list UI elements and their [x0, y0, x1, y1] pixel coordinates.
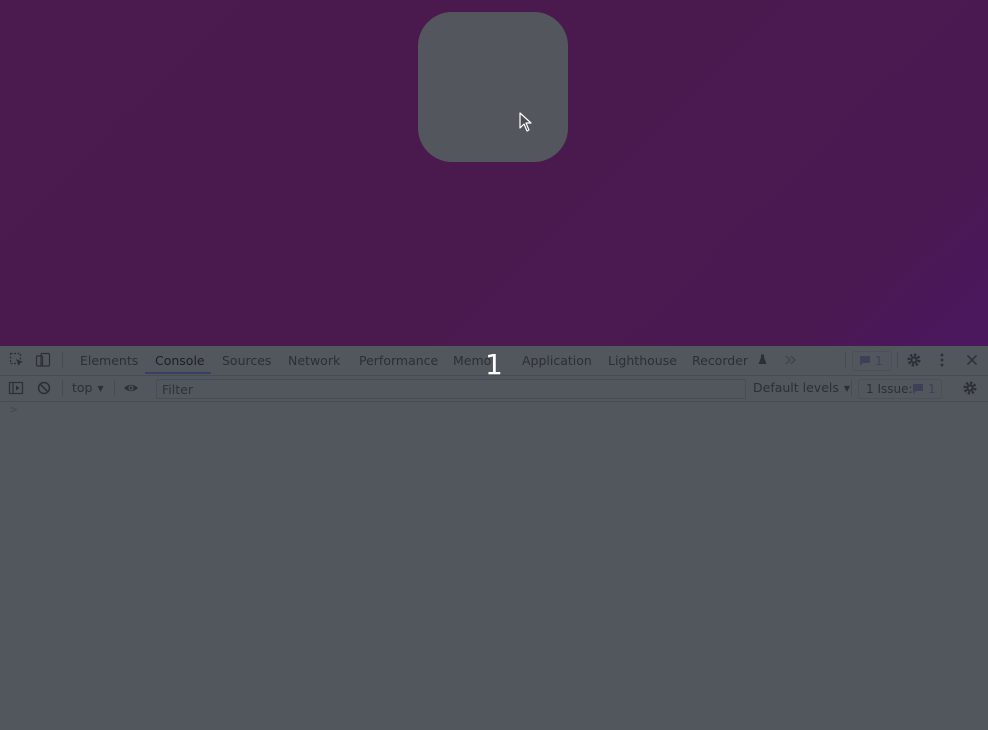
- page-viewport: [0, 0, 988, 346]
- double-chevron-right-icon[interactable]: [783, 352, 799, 368]
- log-levels-dropdown[interactable]: Default levels ▼: [753, 375, 850, 401]
- console-settings-gear-icon[interactable]: [962, 380, 978, 396]
- toolbar-divider: [851, 380, 852, 396]
- log-levels-label: Default levels: [753, 380, 839, 395]
- tab-sources[interactable]: Sources: [222, 346, 271, 375]
- context-selector-label: top: [72, 380, 93, 395]
- dropdown-arrow-icon: ▼: [97, 384, 104, 393]
- issues-count-button[interactable]: 1 Issue: 1: [858, 379, 942, 399]
- issues-count: 1: [928, 382, 936, 396]
- overlay-counter: 1: [485, 348, 503, 381]
- toolbar-divider: [114, 380, 115, 396]
- active-tab-indicator: [145, 372, 211, 374]
- console-prompt[interactable]: >: [9, 403, 18, 416]
- tab-network[interactable]: Network: [288, 346, 340, 375]
- filter-input[interactable]: [162, 380, 732, 398]
- issues-label: 1 Issue:: [866, 382, 913, 396]
- clear-console-icon[interactable]: [36, 380, 52, 396]
- kebab-menu-icon[interactable]: [934, 352, 950, 368]
- tab-recorder-label: Recorder: [692, 353, 749, 368]
- device-toolbar-icon[interactable]: [35, 352, 51, 368]
- toolbar-divider: [845, 352, 846, 368]
- tab-application[interactable]: Application: [522, 346, 592, 375]
- context-selector[interactable]: top ▼: [72, 375, 104, 401]
- rounded-square[interactable]: [418, 12, 568, 162]
- show-sidebar-icon[interactable]: [8, 380, 24, 396]
- inspect-element-icon[interactable]: [9, 352, 25, 368]
- browser-window: Elements Console Sources Network Perform…: [0, 0, 988, 730]
- experimental-flask-icon: [758, 354, 767, 364]
- tab-elements[interactable]: Elements: [80, 346, 138, 375]
- message-icon: [860, 356, 870, 366]
- tab-lighthouse[interactable]: Lighthouse: [608, 346, 677, 375]
- toolbar-divider: [897, 352, 898, 368]
- message-icon: [913, 384, 923, 394]
- tab-recorder[interactable]: Recorder: [692, 346, 767, 375]
- eye-icon[interactable]: [123, 380, 139, 396]
- mouse-cursor-icon: [519, 112, 532, 132]
- dropdown-arrow-icon: ▼: [843, 384, 851, 393]
- devtools-panel: Elements Console Sources Network Perform…: [0, 346, 988, 730]
- tab-console[interactable]: Console: [155, 346, 205, 375]
- gear-icon[interactable]: [906, 352, 922, 368]
- tab-performance[interactable]: Performance: [359, 346, 438, 375]
- issues-badge-button[interactable]: 1: [852, 351, 892, 371]
- issues-badge-count: 1: [875, 354, 883, 368]
- close-icon[interactable]: [964, 352, 980, 368]
- toolbar-divider: [62, 380, 63, 396]
- filter-input-wrapper: [156, 379, 746, 399]
- toolbar-divider: [62, 352, 63, 368]
